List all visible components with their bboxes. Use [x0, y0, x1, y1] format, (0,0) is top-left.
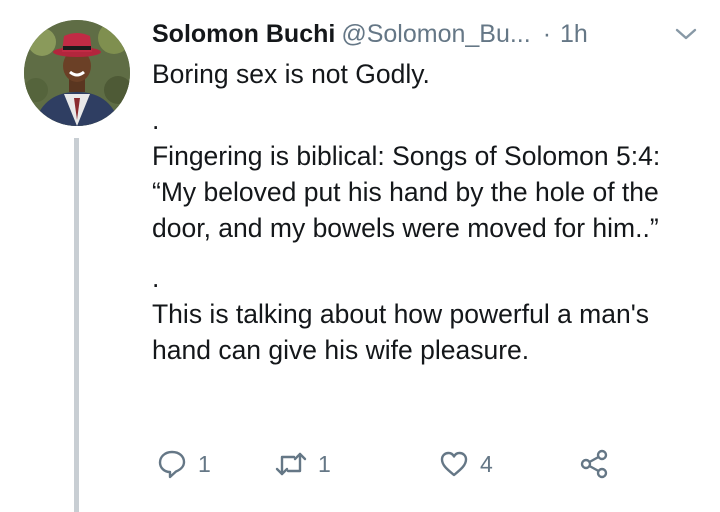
separator-dot: · [542, 20, 552, 48]
tweet-text: Boring sex is not Godly. . Fingering is … [152, 56, 708, 368]
share-button[interactable] [578, 444, 610, 484]
tweet-card[interactable]: Solomon Buchi @Solomon_Bu... · 1h Boring s… [0, 0, 720, 512]
reply-count: 1 [198, 450, 211, 477]
reply-button[interactable]: 1 [156, 444, 211, 484]
thread-line [74, 138, 79, 512]
tweet-header: Solomon Buchi @Solomon_Bu... · 1h [152, 16, 710, 52]
reply-icon [158, 450, 186, 479]
retweet-count: 1 [318, 450, 331, 477]
tweet-text-line: Boring sex is not Godly. [152, 59, 430, 89]
like-count: 4 [480, 450, 493, 477]
heart-icon [440, 451, 468, 477]
share-icon [580, 449, 608, 479]
author-handle[interactable]: @Solomon_Bu... [341, 20, 530, 48]
retweet-button[interactable]: 1 [274, 444, 331, 484]
tweet-text-line: This is talking about how powerful a man… [152, 299, 650, 365]
tweet-time[interactable]: 1h [560, 20, 588, 48]
avatar[interactable] [24, 20, 130, 126]
like-button[interactable]: 4 [438, 444, 493, 484]
tweet-text-line: . [152, 105, 160, 135]
avatar-photo [24, 20, 130, 126]
author-name[interactable]: Solomon Buchi [152, 20, 335, 48]
chevron-down-icon[interactable] [674, 26, 698, 42]
tweet-text-line: Fingering is biblical: Songs of Solomon … [152, 141, 661, 243]
tweet-actions: 1 1 4 [152, 444, 632, 484]
tweet-text-line: . [152, 263, 160, 293]
retweet-icon [275, 452, 307, 476]
